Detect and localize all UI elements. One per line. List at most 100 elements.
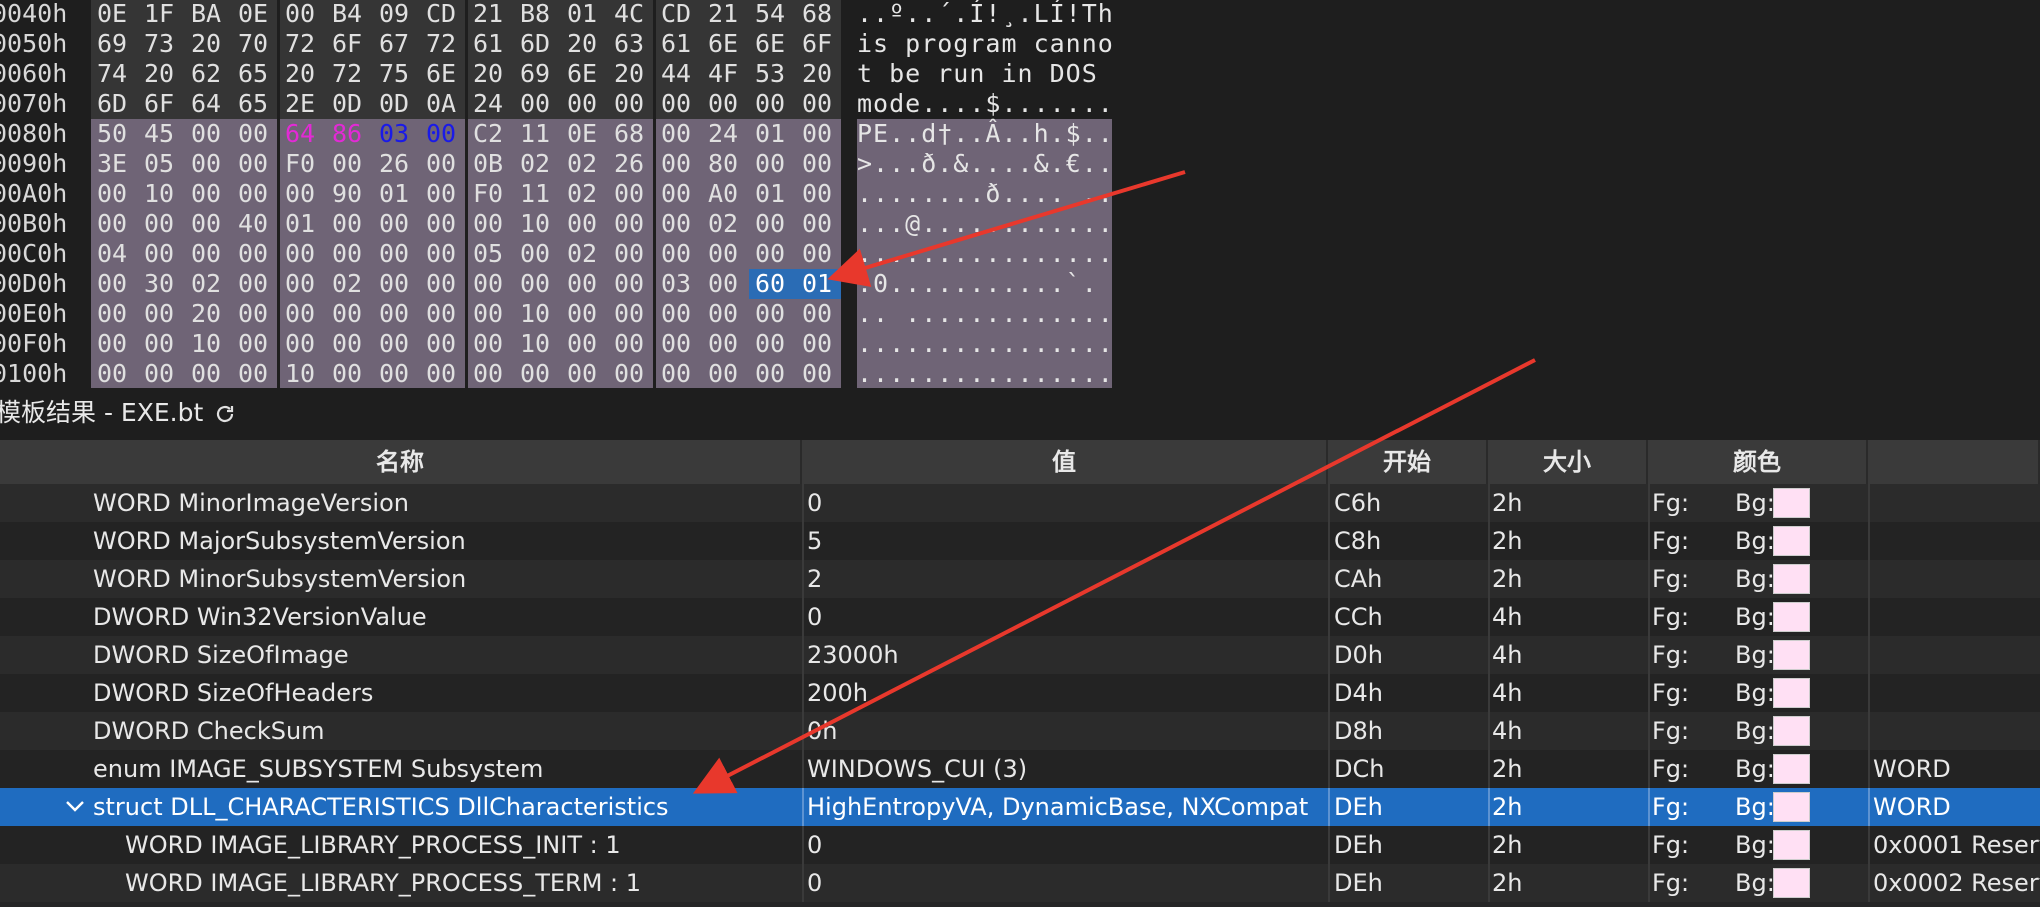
hex-byte[interactable]: 00 bbox=[561, 299, 609, 329]
hex-byte[interactable]: 00 bbox=[796, 299, 844, 329]
hex-byte[interactable]: 80 bbox=[702, 149, 750, 179]
table-row[interactable]: WORD MinorImageVersion 0 C6h 2h Fg: Bg: bbox=[0, 484, 2040, 522]
hex-byte[interactable]: 05 bbox=[467, 239, 515, 269]
hex-byte[interactable]: 6D bbox=[91, 89, 139, 119]
column-value-header[interactable]: 值 bbox=[802, 440, 1328, 484]
bg-color-swatch[interactable] bbox=[1773, 678, 1810, 708]
hex-ascii[interactable]: mode....$....... bbox=[857, 89, 1113, 119]
hex-byte[interactable]: 10 bbox=[514, 299, 562, 329]
hex-byte[interactable]: 0E bbox=[232, 0, 280, 29]
hex-byte[interactable]: 54 bbox=[749, 0, 797, 29]
hex-byte[interactable]: 00 bbox=[749, 329, 797, 359]
hex-ascii[interactable]: .. ............. bbox=[857, 299, 1113, 329]
hex-byte[interactable]: 72 bbox=[279, 29, 327, 59]
hex-byte[interactable]: 00 bbox=[608, 209, 656, 239]
hex-byte[interactable]: 01 bbox=[796, 269, 844, 299]
hex-byte[interactable]: 21 bbox=[702, 0, 750, 29]
hex-byte[interactable]: 00 bbox=[279, 269, 327, 299]
hex-ascii[interactable]: .0...........`. bbox=[857, 269, 1112, 299]
hex-byte[interactable]: 00 bbox=[702, 329, 750, 359]
hex-byte[interactable]: 03 bbox=[373, 119, 421, 149]
hex-byte[interactable]: 02 bbox=[561, 179, 609, 209]
hex-byte[interactable]: 00 bbox=[326, 299, 374, 329]
hex-row[interactable]: 0090h3E050000F00026000B02022600800000>..… bbox=[0, 149, 2040, 179]
hex-byte[interactable]: 00 bbox=[514, 359, 562, 388]
hex-byte[interactable]: 00 bbox=[467, 269, 515, 299]
hex-byte[interactable]: 72 bbox=[326, 59, 374, 89]
hex-byte[interactable]: 00 bbox=[420, 239, 468, 269]
hex-byte[interactable]: 4C bbox=[608, 0, 656, 29]
hex-byte[interactable]: 00 bbox=[232, 119, 280, 149]
hex-byte[interactable]: 00 bbox=[232, 179, 280, 209]
table-row[interactable]: WORD MajorSubsystemVersion 5 C8h 2h Fg: Bg: bbox=[0, 522, 2040, 560]
hex-byte[interactable]: 6F bbox=[326, 29, 374, 59]
table-row[interactable]: DWORD CheckSum 0h D8h 4h Fg: Bg: bbox=[0, 712, 2040, 750]
hex-row[interactable]: 00A0h0010000000900100F011020000A00100...… bbox=[0, 179, 2040, 209]
hex-byte[interactable]: 45 bbox=[138, 119, 186, 149]
hex-ascii[interactable]: is program canno bbox=[857, 29, 1113, 59]
hex-byte[interactable]: 0B bbox=[467, 149, 515, 179]
hex-byte[interactable]: 21 bbox=[467, 0, 515, 29]
hex-byte[interactable]: 00 bbox=[138, 359, 186, 388]
hex-byte[interactable]: 00 bbox=[749, 359, 797, 388]
hex-byte[interactable]: 72 bbox=[420, 29, 468, 59]
column-size-header[interactable]: 大小 bbox=[1488, 440, 1648, 484]
hex-byte[interactable]: 00 bbox=[702, 89, 750, 119]
hex-byte[interactable]: 00 bbox=[467, 209, 515, 239]
hex-ascii[interactable]: ..º..´.Í!¸.LÍ!Th bbox=[857, 0, 1113, 29]
hex-byte[interactable]: 00 bbox=[796, 359, 844, 388]
hex-byte[interactable]: 00 bbox=[655, 119, 703, 149]
hex-byte[interactable]: 00 bbox=[796, 149, 844, 179]
column-comment-header[interactable] bbox=[1868, 440, 2040, 484]
hex-byte[interactable]: 00 bbox=[702, 299, 750, 329]
hex-byte[interactable]: 00 bbox=[749, 209, 797, 239]
hex-byte[interactable]: 68 bbox=[796, 0, 844, 29]
hex-byte[interactable]: 00 bbox=[796, 329, 844, 359]
hex-byte[interactable]: 00 bbox=[749, 149, 797, 179]
hex-byte[interactable]: 00 bbox=[420, 299, 468, 329]
hex-byte[interactable]: 00 bbox=[185, 179, 233, 209]
hex-byte[interactable]: 00 bbox=[608, 269, 656, 299]
hex-row[interactable]: 00E0h00002000000000000010000000000000.. … bbox=[0, 299, 2040, 329]
bg-color-swatch[interactable] bbox=[1773, 526, 1810, 556]
hex-byte[interactable]: 00 bbox=[373, 239, 421, 269]
hex-byte[interactable]: 10 bbox=[138, 179, 186, 209]
bg-color-swatch[interactable] bbox=[1773, 564, 1810, 594]
hex-byte[interactable]: 02 bbox=[702, 209, 750, 239]
hex-byte[interactable]: 00 bbox=[561, 89, 609, 119]
table-row[interactable]: DWORD SizeOfImage 23000h D0h 4h Fg: Bg: bbox=[0, 636, 2040, 674]
hex-byte[interactable]: 00 bbox=[514, 239, 562, 269]
hex-row[interactable]: 0050h69732070726F6772616D2063616E6E6Fis … bbox=[0, 29, 2040, 59]
hex-byte[interactable]: 11 bbox=[514, 179, 562, 209]
hex-byte[interactable]: 67 bbox=[373, 29, 421, 59]
hex-byte[interactable]: 69 bbox=[514, 59, 562, 89]
hex-byte[interactable]: 6E bbox=[749, 29, 797, 59]
hex-byte[interactable]: F0 bbox=[279, 149, 327, 179]
hex-byte[interactable]: 26 bbox=[608, 149, 656, 179]
hex-byte[interactable]: 00 bbox=[326, 209, 374, 239]
hex-byte[interactable]: 24 bbox=[702, 119, 750, 149]
hex-ascii[interactable]: ...@............ bbox=[857, 209, 1113, 239]
hex-byte[interactable]: 6F bbox=[796, 29, 844, 59]
refresh-icon[interactable] bbox=[213, 402, 237, 426]
column-name-header[interactable]: 名称 bbox=[0, 440, 802, 484]
table-row[interactable]: DWORD SizeOfHeaders 200h D4h 4h Fg: Bg: bbox=[0, 674, 2040, 712]
hex-editor[interactable]: 0040h0E1FBA0E00B409CD21B8014CCD215468..º… bbox=[0, 0, 2040, 388]
hex-byte[interactable]: 0E bbox=[561, 119, 609, 149]
hex-byte[interactable]: 00 bbox=[749, 89, 797, 119]
hex-byte[interactable]: 00 bbox=[373, 299, 421, 329]
hex-row[interactable]: 00C0h04000000000000000500020000000000...… bbox=[0, 239, 2040, 269]
hex-byte[interactable]: 00 bbox=[796, 89, 844, 119]
hex-byte[interactable]: 20 bbox=[467, 59, 515, 89]
hex-byte[interactable]: 00 bbox=[91, 359, 139, 388]
table-row[interactable]: DWORD Win32VersionValue 0 CCh 4h Fg: Bg: bbox=[0, 598, 2040, 636]
hex-byte[interactable]: 00 bbox=[608, 179, 656, 209]
hex-byte[interactable]: 02 bbox=[185, 269, 233, 299]
hex-byte[interactable]: 6E bbox=[420, 59, 468, 89]
hex-byte[interactable]: 60 bbox=[749, 269, 797, 299]
hex-byte[interactable]: 02 bbox=[514, 149, 562, 179]
hex-byte[interactable]: 00 bbox=[655, 209, 703, 239]
hex-byte[interactable]: 74 bbox=[91, 59, 139, 89]
hex-byte[interactable]: 00 bbox=[279, 0, 327, 29]
hex-byte[interactable]: 00 bbox=[185, 359, 233, 388]
